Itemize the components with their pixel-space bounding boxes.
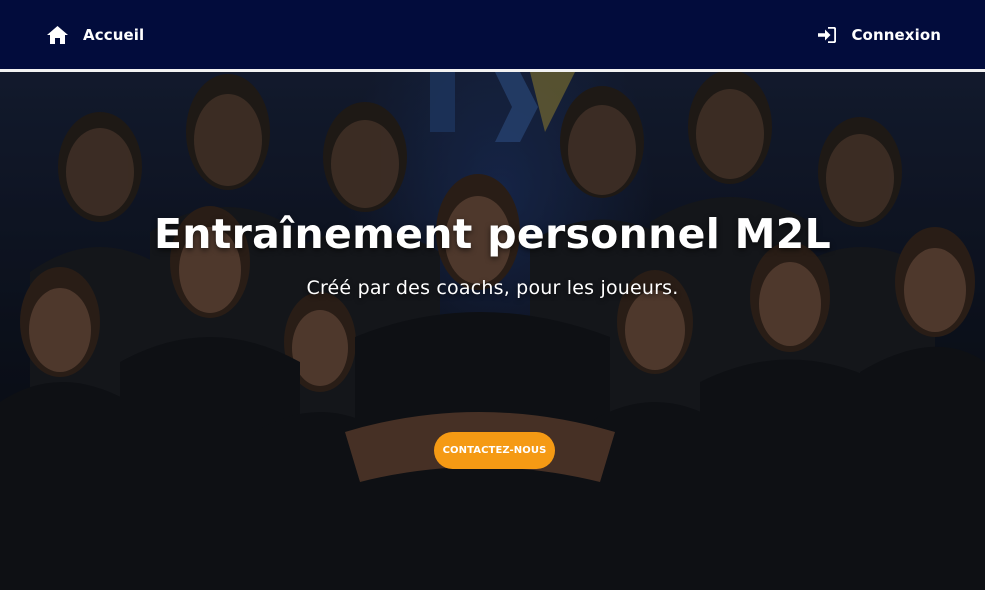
sign-in-icon: [818, 26, 837, 43]
hero-title: Entraînement personnel M2L: [153, 210, 832, 258]
home-icon: [47, 25, 68, 44]
hero-dark-overlay: [0, 72, 985, 590]
nav-login-label: Connexion: [851, 25, 941, 44]
nav-login-link[interactable]: Connexion: [818, 26, 941, 44]
hero-section: Entraînement personnel M2L Créé par des …: [0, 72, 985, 590]
nav-home-link[interactable]: Accueil: [47, 25, 145, 44]
hero-subtitle: Créé par des coachs, pour les joueurs.: [306, 277, 679, 299]
nav-home-label: Accueil: [83, 25, 145, 44]
top-navbar: Accueil Connexion: [0, 0, 985, 72]
contact-us-button[interactable]: CONTACTEZ-NOUS: [434, 432, 555, 469]
